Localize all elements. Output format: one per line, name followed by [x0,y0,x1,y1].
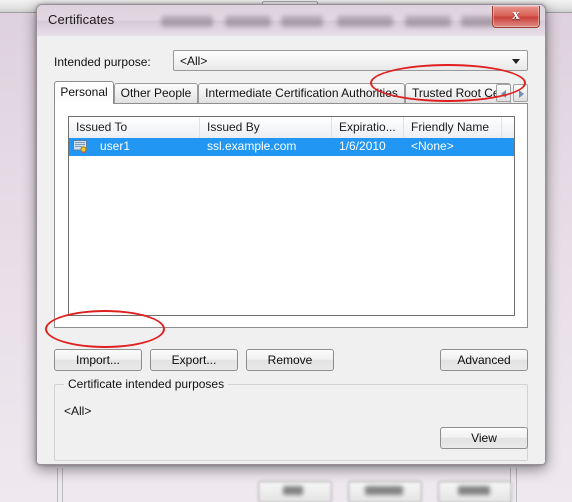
tab-intermediate-certification-authorities[interactable]: Intermediate Certification Authorities [198,83,405,103]
close-glyph: x [512,7,520,23]
tab-personal[interactable]: Personal [54,81,114,104]
titlebar-blurred-label [337,16,393,27]
tab-other-people[interactable]: Other People [114,83,198,103]
intended-purpose-select[interactable]: <All> [173,50,528,71]
background-edge [62,468,63,502]
column-header-spacer[interactable] [502,117,514,138]
intended-purpose-label: Intended purpose: [54,55,151,69]
cell-friendly-name: <None> [411,139,454,153]
certificates-dialog: Certificates x Intended purpose: <All> P… [36,4,546,465]
advanced-button[interactable]: Advanced [440,349,528,371]
column-header-expiration-date[interactable]: Expiratio... [332,117,404,138]
chevron-down-icon [512,59,520,64]
certificate-icon [73,140,87,153]
titlebar-blurred-label [225,16,271,27]
column-header-issued-by[interactable]: Issued By [200,117,332,138]
tab-page-personal: Issued To Issued By Expiratio... Friendl… [54,103,528,328]
view-button[interactable]: View [440,427,528,449]
close-icon[interactable]: x [492,6,540,28]
certificate-intended-purposes-group [54,384,528,461]
tab-scroll-left-button[interactable] [496,84,511,102]
titlebar-blurred-label [405,16,451,27]
column-header-friendly-name[interactable]: Friendly Name [404,117,502,138]
titlebar-blurred-label [281,16,323,27]
certificate-list[interactable]: Issued To Issued By Expiratio... Friendl… [68,116,515,316]
dialog-titlebar[interactable]: Certificates x [37,5,545,37]
background-cancel-label [365,486,403,495]
certificate-list-header: Issued To Issued By Expiratio... Friendl… [69,117,514,139]
titlebar-blurred-label [461,16,495,27]
tab-scroll-right-button[interactable] [513,84,528,102]
background-apply-label [458,486,490,495]
remove-button[interactable]: Remove [246,349,334,371]
cell-issued-by: ssl.example.com [207,139,297,153]
screen: Certificates x Intended purpose: <All> P… [0,0,572,502]
background-edge [57,468,58,502]
cell-expiration-date: 1/6/2010 [339,139,386,153]
triangle-left-icon [501,90,506,98]
cell-issued-to: user1 [100,139,131,153]
titlebar-blurred-label [161,16,213,27]
background-edge [516,468,517,502]
table-row[interactable]: user1 ssl.example.com 1/6/2010 <None> [69,138,514,156]
background-ok-label [283,486,303,495]
triangle-right-icon [519,90,524,98]
group-title: Certificate intended purposes [64,377,229,391]
column-header-issued-to[interactable]: Issued To [69,117,200,138]
export-button[interactable]: Export... [150,349,238,371]
group-value: <All> [64,404,92,418]
import-button[interactable]: Import... [54,349,142,371]
dialog-title: Certificates [48,12,115,27]
intended-purpose-value: <All> [180,54,208,68]
tabstrip: Personal Other People Intermediate Certi… [54,81,528,104]
dialog-body: Intended purpose: <All> Personal Other P… [37,36,545,464]
